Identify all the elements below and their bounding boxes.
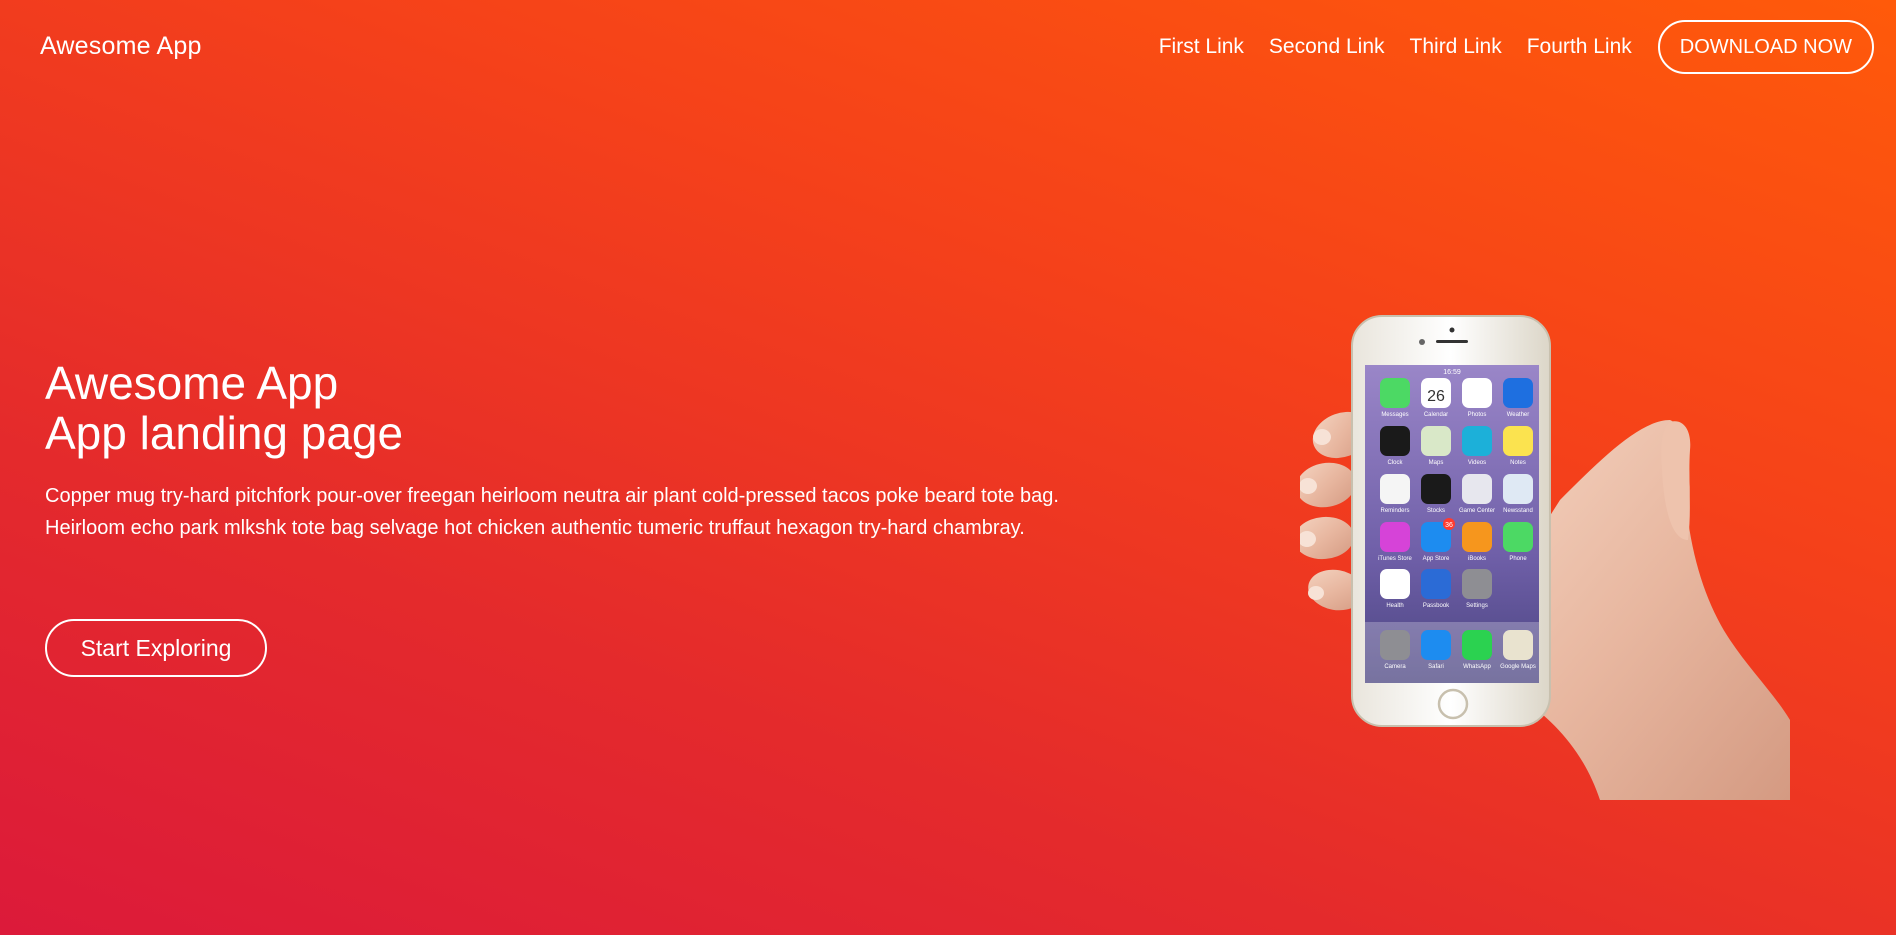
svg-text:iBooks: iBooks bbox=[1468, 556, 1486, 562]
svg-text:Newsstand: Newsstand bbox=[1503, 508, 1533, 514]
phone-in-hand-image: 16:59 Messages 26 Calendar Photos Weather Clo… bbox=[1300, 315, 1790, 800]
svg-text:App Store: App Store bbox=[1423, 556, 1450, 562]
svg-text:Photos: Photos bbox=[1468, 412, 1487, 418]
brand-logo[interactable]: Awesome App bbox=[40, 32, 202, 61]
svg-text:36: 36 bbox=[1445, 522, 1453, 529]
svg-text:16:59: 16:59 bbox=[1443, 369, 1461, 376]
newsstand-icon: Newsstand bbox=[1503, 474, 1533, 514]
svg-text:Google Maps: Google Maps bbox=[1500, 664, 1536, 670]
weather-icon: Weather bbox=[1503, 378, 1533, 418]
start-exploring-button[interactable]: Start Exploring bbox=[45, 619, 267, 677]
svg-text:Weather: Weather bbox=[1507, 412, 1530, 418]
game-center-icon: Game Center bbox=[1459, 474, 1495, 514]
hero-title: Awesome App App landing page bbox=[45, 358, 403, 458]
svg-text:Reminders: Reminders bbox=[1380, 508, 1409, 514]
hero-title-line1: Awesome App bbox=[45, 357, 339, 409]
hero-description: Copper mug try-hard pitchfork pour-over … bbox=[45, 485, 1059, 539]
hero-title-line2: App landing page bbox=[45, 407, 404, 459]
svg-text:Phone: Phone bbox=[1509, 556, 1527, 562]
svg-text:Camera: Camera bbox=[1384, 664, 1406, 670]
svg-text:Safari: Safari bbox=[1428, 664, 1444, 670]
svg-text:iTunes Store: iTunes Store bbox=[1378, 556, 1412, 562]
calendar-icon: 26 Calendar bbox=[1421, 378, 1451, 418]
nav-link-third[interactable]: Third Link bbox=[1410, 35, 1502, 59]
svg-text:Messages: Messages bbox=[1381, 412, 1408, 418]
nav-link-first[interactable]: First Link bbox=[1159, 35, 1244, 59]
svg-text:Maps: Maps bbox=[1429, 460, 1444, 466]
camera-icon: Camera bbox=[1380, 630, 1410, 670]
passbook-icon: Passbook bbox=[1421, 569, 1451, 609]
svg-text:Notes: Notes bbox=[1510, 460, 1526, 466]
google-maps-icon: Google Maps bbox=[1500, 630, 1536, 670]
settings-icon: Settings bbox=[1462, 569, 1492, 609]
svg-text:Calendar: Calendar bbox=[1424, 412, 1448, 418]
svg-text:Game Center: Game Center bbox=[1459, 508, 1495, 514]
svg-text:Passbook: Passbook bbox=[1423, 603, 1450, 609]
svg-text:26: 26 bbox=[1427, 388, 1445, 405]
reminders-icon: Reminders bbox=[1380, 474, 1410, 514]
svg-text:Settings: Settings bbox=[1466, 603, 1488, 609]
top-navbar: Awesome App First Link Second Link Third… bbox=[0, 0, 1896, 96]
nav-link-second[interactable]: Second Link bbox=[1269, 35, 1385, 59]
svg-text:Videos: Videos bbox=[1468, 460, 1486, 466]
itunes-store-icon: iTunes Store bbox=[1378, 522, 1413, 562]
nav-links: First Link Second Link Third Link Fourth… bbox=[1159, 20, 1874, 74]
download-now-button[interactable]: DOWNLOAD NOW bbox=[1657, 20, 1874, 74]
svg-text:Clock: Clock bbox=[1387, 460, 1403, 466]
svg-text:Stocks: Stocks bbox=[1427, 508, 1445, 514]
iphone-image: 16:59 Messages 26 Calendar Photos Weather Clo… bbox=[1351, 315, 1551, 727]
messages-icon: Messages bbox=[1380, 378, 1410, 418]
nav-link-fourth[interactable]: Fourth Link bbox=[1527, 35, 1632, 59]
svg-text:Health: Health bbox=[1386, 603, 1403, 609]
whatsapp-icon: WhatsApp bbox=[1462, 630, 1492, 670]
svg-text:WhatsApp: WhatsApp bbox=[1463, 664, 1491, 670]
